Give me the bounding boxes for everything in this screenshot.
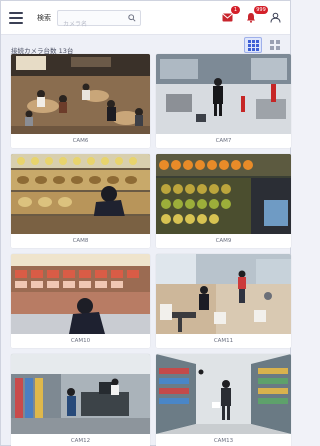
camera-tile-cam11[interactable]: CAM11 [156, 254, 291, 348]
camera-label: CAM6 [11, 134, 150, 148]
search-box [57, 9, 141, 31]
search-input[interactable] [58, 17, 126, 31]
camera-tile-cam9[interactable]: CAM9 [156, 154, 291, 248]
camera-thumbnail [156, 354, 291, 434]
camera-label: CAM12 [11, 434, 150, 446]
grid-view-icon [247, 39, 259, 51]
user-icon [270, 12, 280, 23]
list-view-button[interactable] [266, 37, 284, 53]
camera-tile-cam7[interactable]: CAM7 [156, 54, 291, 148]
top-bar: 検索 1 999 [1, 1, 290, 35]
camera-thumbnail [11, 154, 150, 234]
camera-thumbnail [11, 254, 150, 334]
notification-button[interactable]: 1 [220, 5, 240, 25]
grid-view-button[interactable] [244, 37, 262, 53]
camera-label: CAM7 [156, 134, 291, 148]
camera-tile-cam8[interactable]: CAM8 [11, 154, 150, 248]
camera-label: CAM10 [11, 334, 150, 348]
camera-label: CAM11 [156, 334, 291, 348]
app-window: 検索 1 999 接続カメラ台数 13台 [0, 0, 291, 446]
camera-label: CAM8 [11, 234, 150, 248]
notification-badge: 1 [231, 5, 240, 14]
menu-icon[interactable] [9, 11, 23, 24]
camera-thumbnail [156, 254, 291, 334]
list-view-icon [270, 40, 280, 50]
camera-thumbnail [11, 54, 150, 134]
camera-tile-cam12[interactable]: CAM12 [11, 354, 150, 446]
camera-label: CAM9 [156, 234, 291, 248]
alert-badge: 999 [254, 5, 268, 14]
header-actions: 1 999 [220, 5, 282, 25]
search-label: 検索 [37, 13, 51, 22]
camera-tile-cam6[interactable]: CAM6 [11, 54, 150, 148]
camera-tile-cam13[interactable]: CAM13 [156, 354, 291, 446]
camera-tile-cam10[interactable]: CAM10 [11, 254, 150, 348]
alert-button[interactable]: 999 [244, 5, 268, 25]
camera-thumbnail [156, 54, 291, 134]
user-button[interactable] [268, 11, 282, 25]
search-icon[interactable] [128, 13, 136, 22]
envelope-icon [221, 13, 233, 22]
camera-label: CAM13 [156, 434, 291, 446]
camera-thumbnail [156, 154, 291, 234]
camera-thumbnail [11, 354, 150, 434]
view-toggle [244, 37, 284, 53]
camera-grid: CAM6 CAM7 CAM8 CAM9 CAM10 CAM11 CAM12 CA… [11, 54, 291, 446]
bell-icon [247, 13, 255, 23]
